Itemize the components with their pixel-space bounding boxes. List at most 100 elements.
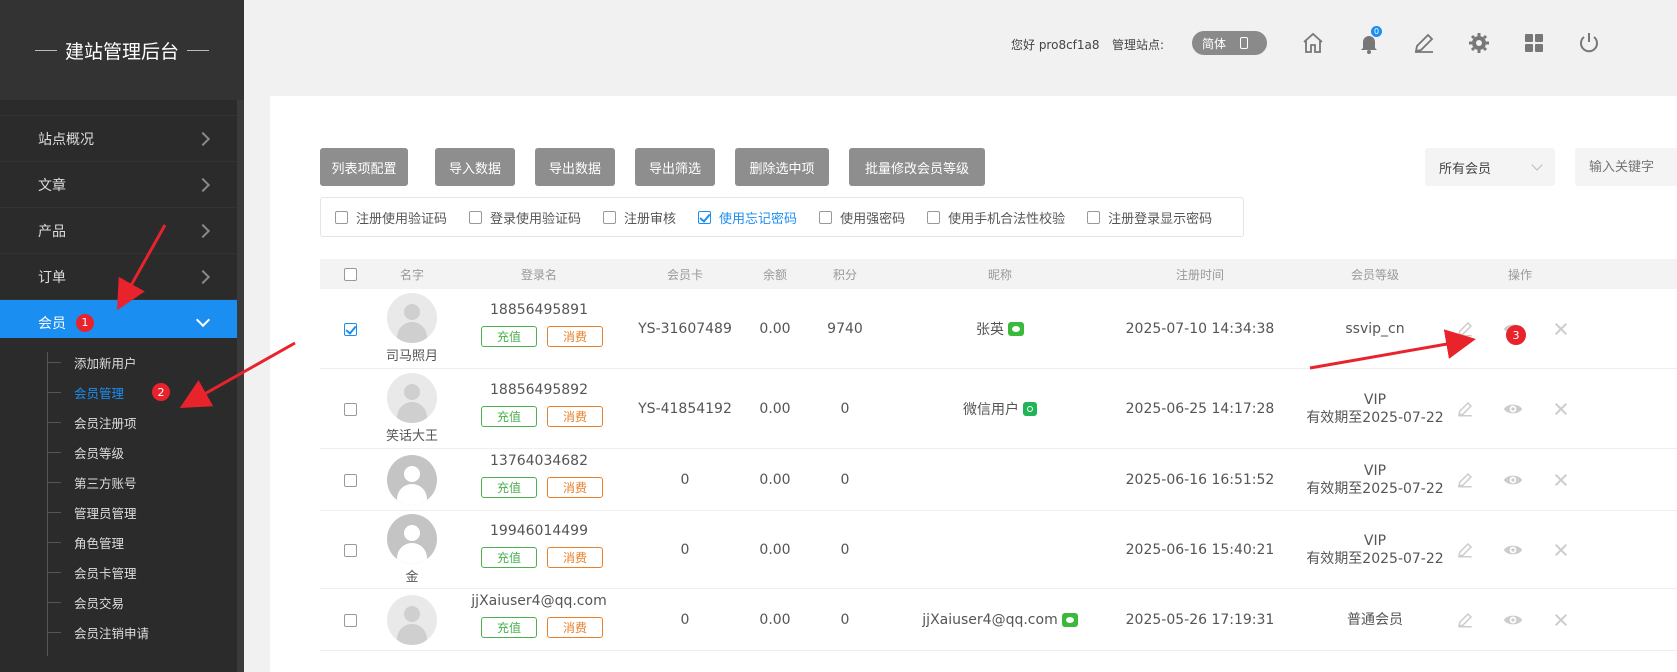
power-icon[interactable] (1574, 28, 1604, 58)
member-filter-select[interactable]: 所有会员 (1425, 148, 1555, 186)
avatar (387, 455, 437, 505)
checkbox[interactable] (335, 210, 348, 224)
notification-count: 0 (1371, 26, 1382, 37)
spend-button[interactable]: 消费 (547, 406, 603, 427)
submenu-tick (47, 602, 61, 603)
search-input[interactable] (1575, 148, 1677, 186)
edit-icon[interactable] (1455, 470, 1475, 490)
sidebar-item-overview[interactable]: 站点概况 (0, 115, 244, 161)
submenu-registration-fields[interactable]: 会员注册项 (0, 407, 244, 437)
submenu-roles[interactable]: 角色管理 (0, 527, 244, 557)
avatar (387, 514, 437, 564)
recharge-button[interactable]: 充值 (481, 326, 537, 347)
register-time: 2025-07-10 14:34:38 (1125, 321, 1275, 337)
avatar-body (397, 543, 427, 564)
import-button[interactable]: 导入数据 (435, 148, 515, 186)
submenu-transactions[interactable]: 会员交易 (0, 587, 244, 617)
checkbox[interactable] (819, 210, 833, 224)
column-config-button[interactable]: 列表项配置 (320, 148, 408, 186)
checkbox[interactable] (927, 210, 941, 224)
avatar-body (397, 322, 427, 343)
grid-icon[interactable] (1519, 28, 1549, 58)
submenu-label: 第三方账号 (74, 475, 137, 491)
option-label: 使用强密码 (840, 211, 906, 227)
gear-icon[interactable] (1464, 28, 1494, 58)
recharge-button[interactable]: 充值 (481, 477, 537, 498)
sidebar-scrollbar[interactable] (237, 100, 244, 672)
submenu-admins[interactable]: 管理员管理 (0, 497, 244, 527)
row-checkbox[interactable] (343, 543, 357, 557)
row-checkbox[interactable] (343, 322, 357, 336)
row-checkbox[interactable] (343, 473, 357, 487)
spend-button[interactable]: 消费 (547, 326, 603, 347)
level-expiry: 有效期至2025-07-22 (1306, 410, 1444, 426)
option-phone-validation[interactable]: 使用手机合法性校验 (927, 208, 1065, 227)
option-show-password[interactable]: 注册登录显示密码 (1087, 208, 1212, 227)
option-register-captcha[interactable]: 注册使用验证码 (335, 208, 447, 227)
col-name: 名字 (399, 267, 424, 282)
edit-icon[interactable] (1455, 319, 1475, 339)
table-row: jjXaiuser4@qq.com 充值 消费 0 0.00 0 jjXaius… (320, 589, 1677, 651)
delete-icon[interactable] (1551, 610, 1571, 630)
sidebar-item-orders[interactable]: 订单 (0, 253, 244, 299)
checkbox[interactable] (1087, 210, 1101, 224)
eye-icon[interactable] (1503, 470, 1523, 490)
member-card: 0 (680, 542, 690, 558)
eye-icon[interactable] (1503, 399, 1523, 419)
table-row: 司马照月 18856495891 充值 消费 YS-31607489 0.00 … (320, 289, 1677, 369)
submenu-member-management[interactable]: 会员管理 2 (0, 377, 244, 407)
option-register-review[interactable]: 注册审核 (603, 208, 676, 227)
avatar-body (397, 624, 427, 645)
submenu-member-levels[interactable]: 会员等级 (0, 437, 244, 467)
language-switch[interactable]: 简体 (1192, 31, 1267, 55)
option-strong-password[interactable]: 使用强密码 (819, 208, 905, 227)
edit-icon[interactable] (1455, 610, 1475, 630)
nickname-cell (900, 540, 1100, 560)
select-all-checkbox[interactable] (343, 267, 357, 281)
edit-icon[interactable] (1409, 28, 1439, 58)
row-select-cell (338, 322, 362, 336)
delete-icon[interactable] (1551, 399, 1571, 419)
option-forgot-password[interactable]: 使用忘记密码 (698, 208, 797, 227)
bell-icon[interactable]: 0 (1354, 26, 1384, 58)
submenu-add-user[interactable]: 添加新用户 (0, 347, 244, 377)
recharge-button[interactable]: 充值 (481, 406, 537, 427)
export-filter-button[interactable]: 导出筛选 (635, 148, 715, 186)
delete-icon[interactable] (1551, 319, 1571, 339)
submenu-tick (47, 632, 61, 633)
eye-icon[interactable] (1503, 610, 1523, 630)
header: 您好 pro8cf1a8 管理站点: 简体 0 (244, 0, 1677, 90)
recharge-button[interactable]: 充值 (481, 617, 537, 638)
spend-button[interactable]: 消费 (547, 547, 603, 568)
brand-line-right (187, 49, 209, 51)
col-actions: 操作 (1507, 267, 1532, 282)
checkbox[interactable] (603, 210, 617, 224)
submenu-third-party[interactable]: 第三方账号 (0, 467, 244, 497)
option-login-captcha[interactable]: 登录使用验证码 (469, 208, 581, 227)
sidebar-item-articles[interactable]: 文章 (0, 161, 244, 207)
sidebar-item-products[interactable]: 产品 (0, 207, 244, 253)
sidebar-item-label: 会员 (38, 315, 66, 332)
checkbox-checked[interactable] (698, 210, 712, 224)
nickname: 张英 (976, 322, 1004, 338)
edit-icon[interactable] (1455, 540, 1475, 560)
col-points: 积分 (832, 267, 857, 282)
batch-level-button[interactable]: 批量修改会员等级 (849, 148, 985, 186)
delete-selected-button[interactable]: 删除选中项 (735, 148, 829, 186)
option-label: 注册使用验证码 (356, 211, 448, 227)
spend-button[interactable]: 消费 (547, 477, 603, 498)
avatar (387, 293, 437, 343)
spend-button[interactable]: 消费 (547, 617, 603, 638)
delete-icon[interactable] (1551, 470, 1571, 490)
eye-icon[interactable] (1503, 540, 1523, 560)
home-icon[interactable] (1298, 28, 1328, 58)
row-checkbox[interactable] (343, 402, 357, 416)
submenu-cancellation[interactable]: 会员注销申请 (0, 617, 244, 647)
edit-icon[interactable] (1455, 399, 1475, 419)
checkbox[interactable] (469, 210, 483, 224)
submenu-member-cards[interactable]: 会员卡管理 (0, 557, 244, 587)
delete-icon[interactable] (1551, 540, 1571, 560)
row-checkbox[interactable] (343, 613, 357, 627)
recharge-button[interactable]: 充值 (481, 547, 537, 568)
export-button[interactable]: 导出数据 (535, 148, 615, 186)
